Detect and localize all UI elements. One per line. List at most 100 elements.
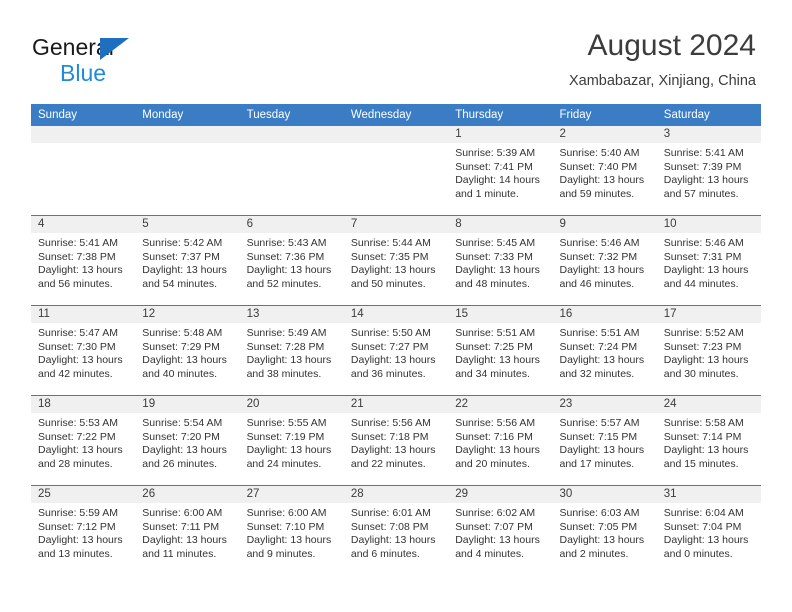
calendar-day-cell[interactable]: 23 Sunrise: 5:57 AM Sunset: 7:15 PM Dayligh… xyxy=(552,395,657,486)
daylight-text-line1: Daylight: 13 hours xyxy=(38,534,123,547)
daylight-text-line1: Daylight: 13 hours xyxy=(350,354,436,367)
calendar-day-cell[interactable]: 14 Sunrise: 5:50 AM Sunset: 7:27 PM Dayligh… xyxy=(343,305,449,396)
day-number: 23 xyxy=(552,396,657,413)
sunset-text: Sunset: 7:28 PM xyxy=(246,340,325,353)
daylight-text-line2: and 24 minutes. xyxy=(246,457,322,470)
sunrise-text: Sunrise: 5:58 AM xyxy=(663,417,744,429)
daylight-text-line2: and 38 minutes. xyxy=(246,367,322,380)
daylight-text-line1: Daylight: 13 hours xyxy=(38,264,123,277)
calendar-cell-empty xyxy=(135,126,240,216)
calendar-day-cell[interactable]: 2 Sunrise: 5:40 AM Sunset: 7:40 PM Daylight… xyxy=(552,126,657,216)
sunset-text: Sunset: 7:10 PM xyxy=(246,520,325,533)
title-block: August 2024 Xambabazar, Xinjiang, China xyxy=(569,28,756,90)
sunset-text: Sunset: 7:23 PM xyxy=(663,340,742,353)
sunset-text: Sunset: 7:16 PM xyxy=(455,430,533,443)
calendar-day-cell[interactable]: 8 Sunrise: 5:45 AM Sunset: 7:33 PM Daylight… xyxy=(448,215,553,306)
day-details: Sunrise: 5:59 AM Sunset: 7:12 PM Daylight:… xyxy=(31,503,135,561)
sunrise-text: Sunrise: 5:46 AM xyxy=(559,237,640,249)
calendar-day-cell[interactable]: 9 Sunrise: 5:46 AM Sunset: 7:32 PM Daylight… xyxy=(552,215,657,306)
calendar-day-cell[interactable]: 25 Sunrise: 5:59 AM Sunset: 7:12 PM Dayligh… xyxy=(31,485,136,575)
calendar-day-cell[interactable]: 16 Sunrise: 5:51 AM Sunset: 7:24 PM Dayligh… xyxy=(552,305,657,396)
sunset-text: Sunset: 7:37 PM xyxy=(142,250,220,263)
calendar-day-cell[interactable]: 21 Sunrise: 5:56 AM Sunset: 7:18 PM Dayligh… xyxy=(343,395,449,486)
page-subtitle: Xambabazar, Xinjiang, China xyxy=(568,73,756,89)
daylight-text-line2: and 36 minutes. xyxy=(350,367,426,380)
calendar-day-cell[interactable]: 28 Sunrise: 6:01 AM Sunset: 7:08 PM Dayligh… xyxy=(343,485,449,575)
daylight-text-line2: and 1 minute. xyxy=(455,187,519,200)
daylight-text-line1: Daylight: 14 hours xyxy=(455,174,540,187)
day-number xyxy=(135,126,240,143)
calendar-day-cell[interactable]: 19 Sunrise: 5:54 AM Sunset: 7:20 PM Dayligh… xyxy=(135,395,240,486)
weekday-header-row: Sunday Monday Tuesday Wednesday Thursday… xyxy=(31,104,761,126)
daylight-text-line2: and 0 minutes. xyxy=(663,547,733,560)
calendar-day-cell[interactable]: 7 Sunrise: 5:44 AM Sunset: 7:35 PM Daylight… xyxy=(343,215,449,306)
daylight-text-line2: and 56 minutes. xyxy=(38,277,113,290)
calendar-day-cell[interactable]: 3 Sunrise: 5:41 AM Sunset: 7:39 PM Daylight… xyxy=(656,126,761,216)
daylight-text-line2: and 44 minutes. xyxy=(663,277,739,290)
sunrise-text: Sunrise: 5:41 AM xyxy=(663,147,744,159)
calendar-day-cell[interactable]: 20 Sunrise: 5:55 AM Sunset: 7:19 PM Dayligh… xyxy=(239,395,344,486)
calendar-day-cell[interactable]: 18 Sunrise: 5:53 AM Sunset: 7:22 PM Dayligh… xyxy=(31,395,136,486)
day-details: Sunrise: 5:52 AM Sunset: 7:23 PM Daylight:… xyxy=(657,323,761,381)
day-number: 30 xyxy=(552,486,657,503)
calendar-day-cell[interactable]: 29 Sunrise: 6:02 AM Sunset: 7:07 PM Dayligh… xyxy=(448,485,553,575)
calendar-day-cell[interactable]: 12 Sunrise: 5:48 AM Sunset: 7:29 PM Dayligh… xyxy=(135,305,240,396)
daylight-text-line2: and 20 minutes. xyxy=(455,457,530,470)
sunrise-text: Sunrise: 5:39 AM xyxy=(455,147,536,159)
daylight-text-line2: and 32 minutes. xyxy=(559,367,635,380)
day-number: 16 xyxy=(552,306,657,323)
sunset-text: Sunset: 7:05 PM xyxy=(559,520,638,533)
daylight-text-line1: Daylight: 13 hours xyxy=(663,534,749,547)
calendar-day-cell[interactable]: 31 Sunrise: 6:04 AM Sunset: 7:04 PM Dayligh… xyxy=(656,485,761,575)
sunrise-text: Sunrise: 5:45 AM xyxy=(455,237,536,249)
sunrise-text: Sunrise: 6:03 AM xyxy=(559,507,640,519)
day-number: 15 xyxy=(448,306,553,323)
sunrise-text: Sunrise: 5:59 AM xyxy=(38,507,118,519)
calendar-day-cell[interactable]: 22 Sunrise: 5:56 AM Sunset: 7:16 PM Dayligh… xyxy=(448,395,553,486)
sunset-text: Sunset: 7:27 PM xyxy=(350,340,429,353)
calendar-table: Sunday Monday Tuesday Wednesday Thursday… xyxy=(31,104,761,575)
triangle-icon xyxy=(100,38,129,60)
calendar-day-cell[interactable]: 26 Sunrise: 6:00 AM Sunset: 7:11 PM Dayligh… xyxy=(135,485,240,575)
day-details: Sunrise: 6:04 AM Sunset: 7:04 PM Daylight:… xyxy=(657,503,761,561)
daylight-text-line1: Daylight: 13 hours xyxy=(663,174,749,187)
sunset-text: Sunset: 7:19 PM xyxy=(246,430,325,443)
day-details: Sunrise: 5:56 AM Sunset: 7:16 PM Daylight:… xyxy=(448,413,552,471)
day-details: Sunrise: 5:50 AM Sunset: 7:27 PM Daylight:… xyxy=(344,323,448,381)
calendar-day-cell[interactable]: 10 Sunrise: 5:46 AM Sunset: 7:31 PM Dayligh… xyxy=(656,215,761,306)
calendar-day-cell[interactable]: 11 Sunrise: 5:47 AM Sunset: 7:30 PM Dayligh… xyxy=(31,305,136,396)
calendar-day-cell[interactable]: 27 Sunrise: 6:00 AM Sunset: 7:10 PM Dayligh… xyxy=(239,485,344,575)
sunset-text: Sunset: 7:04 PM xyxy=(663,520,742,533)
calendar-day-cell[interactable]: 4 Sunrise: 5:41 AM Sunset: 7:38 PM Daylight… xyxy=(31,215,136,306)
sunset-text: Sunset: 7:33 PM xyxy=(455,250,533,263)
daylight-text-line2: and 42 minutes. xyxy=(38,367,113,380)
day-number: 25 xyxy=(31,486,136,503)
weekday-header-saturday: Saturday xyxy=(656,104,761,126)
calendar-day-cell[interactable]: 1 Sunrise: 5:39 AM Sunset: 7:41 PM Daylight… xyxy=(448,126,553,216)
day-details: Sunrise: 5:45 AM Sunset: 7:33 PM Daylight:… xyxy=(448,233,552,291)
day-number: 27 xyxy=(239,486,344,503)
daylight-text-line1: Daylight: 13 hours xyxy=(246,264,332,277)
logo[interactable]: General Blue xyxy=(32,35,262,87)
calendar-day-cell[interactable]: 17 Sunrise: 5:52 AM Sunset: 7:23 PM Dayligh… xyxy=(656,305,761,396)
day-details: Sunrise: 5:58 AM Sunset: 7:14 PM Daylight:… xyxy=(657,413,761,471)
sunset-text: Sunset: 7:25 PM xyxy=(455,340,533,353)
calendar-day-cell[interactable]: 13 Sunrise: 5:49 AM Sunset: 7:28 PM Dayligh… xyxy=(239,305,344,396)
sunrise-text: Sunrise: 5:46 AM xyxy=(663,237,744,249)
sunset-text: Sunset: 7:32 PM xyxy=(559,250,638,263)
day-details: Sunrise: 5:55 AM Sunset: 7:19 PM Daylight:… xyxy=(240,413,344,471)
sunrise-text: Sunrise: 6:00 AM xyxy=(142,507,223,519)
calendar-day-cell[interactable]: 30 Sunrise: 6:03 AM Sunset: 7:05 PM Dayligh… xyxy=(552,485,657,575)
sunrise-text: Sunrise: 6:02 AM xyxy=(455,507,536,519)
calendar-day-cell[interactable]: 6 Sunrise: 5:43 AM Sunset: 7:36 PM Daylight… xyxy=(239,215,344,306)
day-details: Sunrise: 5:49 AM Sunset: 7:28 PM Daylight:… xyxy=(240,323,344,381)
calendar-day-cell[interactable]: 5 Sunrise: 5:42 AM Sunset: 7:37 PM Daylight… xyxy=(135,215,240,306)
sunset-text: Sunset: 7:29 PM xyxy=(142,340,220,353)
calendar-week-row: 18 Sunrise: 5:53 AM Sunset: 7:22 PM Dayligh… xyxy=(31,395,761,486)
calendar-cell-empty xyxy=(239,126,344,216)
sunrise-text: Sunrise: 5:48 AM xyxy=(142,327,223,339)
daylight-text-line1: Daylight: 13 hours xyxy=(142,354,227,367)
calendar-day-cell[interactable]: 15 Sunrise: 5:51 AM Sunset: 7:25 PM Dayligh… xyxy=(448,305,553,396)
weekday-header-friday: Friday xyxy=(552,104,657,126)
calendar-day-cell[interactable]: 24 Sunrise: 5:58 AM Sunset: 7:14 PM Dayligh… xyxy=(656,395,761,486)
